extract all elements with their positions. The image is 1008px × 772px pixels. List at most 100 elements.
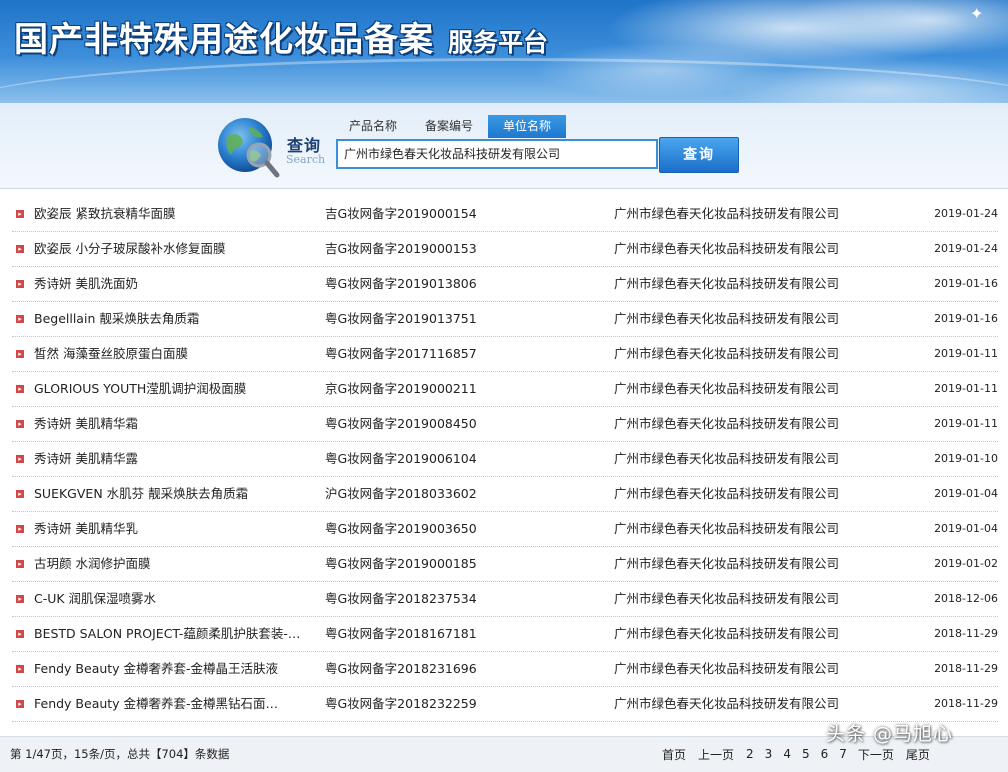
product-name-link[interactable]: Fendy Beauty 金樽奢养套-金樽黑钻石面… <box>34 687 312 721</box>
product-name-link[interactable]: 欧姿辰 紧致抗衰精华面膜 <box>34 197 312 231</box>
tab-product-name[interactable]: 产品名称 <box>336 115 410 138</box>
search-button[interactable]: 查询 <box>659 137 739 173</box>
company-name: 广州市绿色春天化妆品科技研发有限公司 <box>614 626 840 641</box>
record-date: 2018-11-29 <box>934 627 998 640</box>
list-item[interactable]: ▸ 欧姿辰 紧致抗衰精华面膜 吉G妆网备字2019000154 广州市绿色春天化… <box>12 197 998 232</box>
bullet-icon: ▸ <box>16 665 24 673</box>
record-date: 2019-01-24 <box>934 207 998 220</box>
company-name: 广州市绿色春天化妆品科技研发有限公司 <box>614 486 840 501</box>
list-item[interactable]: ▸ Fendy Beauty 金樽奢养套-金樽黑钻石面… 粤G妆网备字20182… <box>12 687 998 722</box>
header-banner: 国产非特殊用途化妆品备案 服务平台 ✦ <box>0 0 1008 103</box>
globe-search-icon <box>218 118 280 178</box>
search-input[interactable] <box>336 139 658 169</box>
company-name: 广州市绿色春天化妆品科技研发有限公司 <box>614 206 840 221</box>
company-name: 广州市绿色春天化妆品科技研发有限公司 <box>614 381 840 396</box>
company-name: 广州市绿色春天化妆品科技研发有限公司 <box>614 521 840 536</box>
site-subtitle: 服务平台 <box>448 28 549 57</box>
bullet-icon: ▸ <box>16 595 24 603</box>
banner-title: 国产非特殊用途化妆品备案 服务平台 <box>14 12 548 64</box>
bullet-icon: ▸ <box>16 560 24 568</box>
site-title: 国产非特殊用途化妆品备案 <box>14 20 434 60</box>
record-date: 2018-11-29 <box>934 697 998 710</box>
list-item[interactable]: ▸ GLORIOUS YOUTH滢肌调护润极面膜 京G妆网备字201900021… <box>12 372 998 407</box>
list-item[interactable]: ▸ 秀诗妍 美肌精华露 粤G妆网备字2019006104 广州市绿色春天化妆品科… <box>12 442 998 477</box>
record-date: 2019-01-16 <box>934 312 998 325</box>
record-number: 吉G妆网备字2019000154 <box>325 206 477 221</box>
record-date: 2018-12-06 <box>934 592 998 605</box>
search-label-en: Search <box>286 153 326 166</box>
product-name-link[interactable]: BESTD SALON PROJECT-蕴颜柔肌护肤套装-… <box>34 617 312 651</box>
record-date: 2019-01-24 <box>934 242 998 255</box>
first-page-link[interactable]: 首页 <box>662 746 686 763</box>
product-name-link[interactable]: 秀诗妍 美肌洗面奶 <box>34 267 312 301</box>
record-date: 2019-01-11 <box>934 347 998 360</box>
search-tabs: 产品名称 备案编号 单位名称 <box>336 115 568 138</box>
product-name-link[interactable]: C-UK 润肌保湿喷雾水 <box>34 582 312 616</box>
list-item[interactable]: ▸ C-UK 润肌保湿喷雾水 粤G妆网备字2018237534 广州市绿色春天化… <box>12 582 998 617</box>
record-date: 2018-11-29 <box>934 662 998 675</box>
results-list: ▸ 欧姿辰 紧致抗衰精华面膜 吉G妆网备字2019000154 广州市绿色春天化… <box>12 197 998 722</box>
record-number: 粤G妆网备字2018231696 <box>325 661 477 676</box>
record-number: 粤G妆网备字2019013751 <box>325 311 477 326</box>
watermark: 头条 @马旭心 <box>826 723 954 745</box>
banner-swoosh <box>0 58 1008 103</box>
page-link[interactable]: 2 <box>746 747 754 761</box>
product-name-link[interactable]: Begelllain 靓采焕肤去角质霜 <box>34 302 312 336</box>
product-name-link[interactable]: 秀诗妍 美肌精华乳 <box>34 512 312 546</box>
record-number: 粤G妆网备字2019013806 <box>325 276 477 291</box>
page-link[interactable]: 4 <box>783 747 791 761</box>
sparkle-icon: ✦ <box>970 4 984 23</box>
page-link[interactable]: 3 <box>765 747 773 761</box>
pagination-summary: 第 1/47页，15条/页，总共【704】条数据 <box>10 747 230 761</box>
product-name-link[interactable]: 秀诗妍 美肌精华霜 <box>34 407 312 441</box>
product-name-link[interactable]: 欧姿辰 小分子玻尿酸补水修复面膜 <box>34 232 312 266</box>
product-name-link[interactable]: SUEKGVEN 水肌芬 靓采焕肤去角质霜 <box>34 477 312 511</box>
record-number: 粤G妆网备字2019008450 <box>325 416 477 431</box>
list-item[interactable]: ▸ Begelllain 靓采焕肤去角质霜 粤G妆网备字2019013751 广… <box>12 302 998 337</box>
tab-company-name[interactable]: 单位名称 <box>488 115 567 138</box>
product-name-link[interactable]: GLORIOUS YOUTH滢肌调护润极面膜 <box>34 372 312 406</box>
company-name: 广州市绿色春天化妆品科技研发有限公司 <box>614 346 840 361</box>
product-name-link[interactable]: 皙然 海藻蚕丝胶原蛋白面膜 <box>34 337 312 371</box>
record-date: 2019-01-02 <box>934 557 998 570</box>
product-name-link[interactable]: 古玥颜 水润修护面膜 <box>34 547 312 581</box>
bullet-icon: ▸ <box>16 420 24 428</box>
record-date: 2019-01-04 <box>934 487 998 500</box>
bullet-icon: ▸ <box>16 455 24 463</box>
record-number: 粤G妆网备字2019006104 <box>325 451 477 466</box>
page-link[interactable]: 5 <box>802 747 810 761</box>
list-item[interactable]: ▸ 古玥颜 水润修护面膜 粤G妆网备字2019000185 广州市绿色春天化妆品… <box>12 547 998 582</box>
bullet-icon: ▸ <box>16 630 24 638</box>
company-name: 广州市绿色春天化妆品科技研发有限公司 <box>614 661 840 676</box>
record-date: 2019-01-11 <box>934 382 998 395</box>
list-item[interactable]: ▸ 秀诗妍 美肌精华乳 粤G妆网备字2019003650 广州市绿色春天化妆品科… <box>12 512 998 547</box>
list-item[interactable]: ▸ 秀诗妍 美肌精华霜 粤G妆网备字2019008450 广州市绿色春天化妆品科… <box>12 407 998 442</box>
record-number: 粤G妆网备字2019000185 <box>325 556 477 571</box>
bullet-icon: ▸ <box>16 700 24 708</box>
product-name-link[interactable]: Fendy Beauty 金樽奢养套-金樽晶王活肤液 <box>34 652 312 686</box>
list-item[interactable]: ▸ 秀诗妍 美肌洗面奶 粤G妆网备字2019013806 广州市绿色春天化妆品科… <box>12 267 998 302</box>
bullet-icon: ▸ <box>16 210 24 218</box>
tab-record-number[interactable]: 备案编号 <box>412 115 486 138</box>
company-name: 广州市绿色春天化妆品科技研发有限公司 <box>614 311 840 326</box>
record-date: 2019-01-04 <box>934 522 998 535</box>
list-item[interactable]: ▸ BESTD SALON PROJECT-蕴颜柔肌护肤套装-… 粤G妆网备字2… <box>12 617 998 652</box>
record-number: 粤G妆网备字2017116857 <box>325 346 477 361</box>
search-panel: 查询 Search 产品名称 备案编号 单位名称 查询 <box>0 103 1008 189</box>
list-item[interactable]: ▸ 皙然 海藻蚕丝胶原蛋白面膜 粤G妆网备字2017116857 广州市绿色春天… <box>12 337 998 372</box>
company-name: 广州市绿色春天化妆品科技研发有限公司 <box>614 416 840 431</box>
bullet-icon: ▸ <box>16 245 24 253</box>
product-name-link[interactable]: 秀诗妍 美肌精华露 <box>34 442 312 476</box>
company-name: 广州市绿色春天化妆品科技研发有限公司 <box>614 451 840 466</box>
bullet-icon: ▸ <box>16 350 24 358</box>
record-number: 粤G妆网备字2018232259 <box>325 696 477 711</box>
bullet-icon: ▸ <box>16 490 24 498</box>
record-date: 2019-01-16 <box>934 277 998 290</box>
bullet-icon: ▸ <box>16 280 24 288</box>
record-number: 粤G妆网备字2019003650 <box>325 521 477 536</box>
list-item[interactable]: ▸ Fendy Beauty 金樽奢养套-金樽晶王活肤液 粤G妆网备字20182… <box>12 652 998 687</box>
list-item[interactable]: ▸ 欧姿辰 小分子玻尿酸补水修复面膜 吉G妆网备字2019000153 广州市绿… <box>12 232 998 267</box>
list-item[interactable]: ▸ SUEKGVEN 水肌芬 靓采焕肤去角质霜 沪G妆网备字2018033602… <box>12 477 998 512</box>
prev-page-link[interactable]: 上一页 <box>698 746 734 763</box>
company-name: 广州市绿色春天化妆品科技研发有限公司 <box>614 591 840 606</box>
